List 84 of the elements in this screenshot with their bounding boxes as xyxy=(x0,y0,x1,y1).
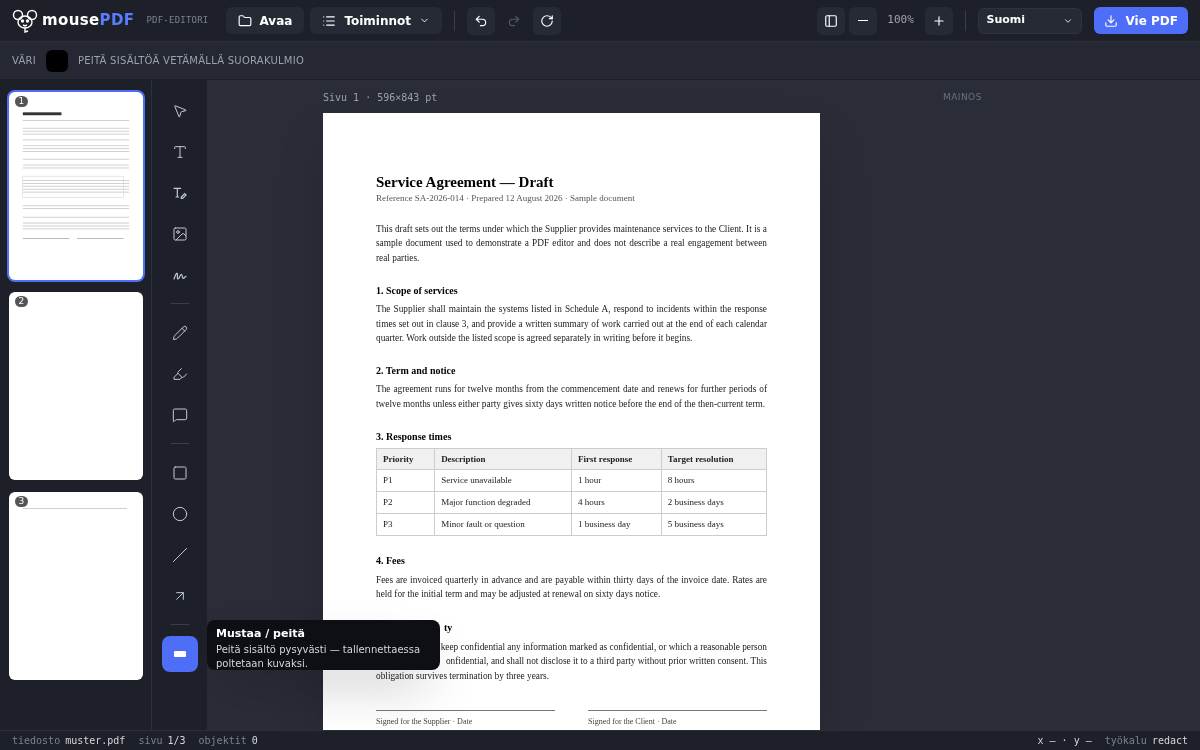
export-button[interactable]: Vie PDF xyxy=(1093,7,1188,34)
rectangle-icon xyxy=(171,464,188,481)
mouse-logo-icon xyxy=(12,7,38,34)
table-cell: P2 xyxy=(376,491,435,514)
page-number-badge: 3 xyxy=(14,496,29,507)
table-header: Target resolution xyxy=(661,448,767,470)
app-subtitle: PDF-EDITORI xyxy=(146,13,209,27)
objects-label: objektit xyxy=(198,734,247,748)
file-name: muster.pdf xyxy=(65,734,126,748)
page-thumbnail[interactable]: 1 xyxy=(8,92,143,280)
color-label: VÄRI xyxy=(12,53,36,68)
table-header: Priority xyxy=(376,448,435,470)
tooltip-text: Peitä sisältö pysyvästi — tallennettaessa poltetaan kuvaksi. xyxy=(216,642,422,671)
sidebar-toggle-button[interactable] xyxy=(816,6,845,35)
zoom-level: 100% xyxy=(886,12,915,29)
document-text-line: obligation survives termination by three years. xyxy=(376,669,550,683)
ad-label: MAINOS xyxy=(943,91,982,104)
page-label: sivu xyxy=(138,734,163,748)
section-heading: 1. Scope of services xyxy=(376,283,459,298)
document-text-line: onfidential, and shall not disclose it to a third party without prior written consent. This xyxy=(445,655,767,669)
line-icon xyxy=(171,546,188,563)
table-cell: Major function degraded xyxy=(434,491,572,514)
page-thumbnail[interactable]: 2 xyxy=(8,292,143,480)
tool-hint: PEITÄ SISÄLTÖÄ VETÄMÄLLÄ SUORAKULMIO xyxy=(77,53,305,68)
comment-icon xyxy=(171,406,188,423)
language-select[interactable]: Suomi xyxy=(977,7,1082,34)
redact-icon xyxy=(173,650,186,657)
tool-name: redact xyxy=(1151,734,1188,748)
table-cell: P1 xyxy=(376,469,435,492)
folder-icon xyxy=(237,13,252,28)
document-meta: Reference SA-2026-014 · Prepared 12 August 2026 · Sample document xyxy=(376,192,636,206)
actions-menu-button[interactable]: Toiminnot xyxy=(310,7,443,34)
cursor-coordinates: x – · y – xyxy=(1037,734,1092,748)
page-number-badge: 1 xyxy=(14,96,29,107)
table-header: Description xyxy=(434,448,572,470)
document-paragraph: The agreement runs for twelve months from the commencement date and renews for further periods of twelve months unless either party gives sixty days written notice before the end of the then-current term. xyxy=(376,383,767,412)
page-thumbnail[interactable]: 3 xyxy=(8,492,143,680)
table-cell: Service unavailable xyxy=(434,469,572,492)
open-button[interactable]: Avaa xyxy=(225,7,305,34)
table-cell: 8 hours xyxy=(661,469,767,492)
color-swatch[interactable] xyxy=(45,49,68,72)
image-icon xyxy=(171,225,188,242)
table-cell: 2 business days xyxy=(661,491,767,514)
table-cell: Minor fault or question xyxy=(434,513,572,536)
page-size-label: Sivu 1 · 596×843 pt xyxy=(323,91,439,105)
sidebar-icon xyxy=(823,13,838,28)
plus-icon xyxy=(931,13,946,28)
download-icon xyxy=(1103,13,1118,28)
list-icon xyxy=(322,13,337,28)
redo-icon xyxy=(507,13,522,28)
pointer-icon xyxy=(171,102,188,119)
page-number-badge: 2 xyxy=(14,296,29,307)
table-cell: 1 hour xyxy=(571,469,662,492)
app-logo: mousePDF xyxy=(42,10,135,32)
table-cell: 4 hours xyxy=(571,491,662,514)
document-text-line: keep confidential any information marked as confidential, or which a reasonable person xyxy=(440,640,767,654)
undo-icon xyxy=(474,13,489,28)
section-heading: 4. Fees xyxy=(376,554,406,569)
section-heading: 2. Term and notice xyxy=(376,363,457,378)
objects-count: 0 xyxy=(251,734,258,748)
undo-button[interactable] xyxy=(467,6,496,35)
section-heading: ty xyxy=(443,621,454,636)
section-heading: 3. Response times xyxy=(376,429,453,444)
table-header: First response xyxy=(571,448,662,470)
highlighter-icon xyxy=(171,365,188,382)
table-cell: 5 business days xyxy=(661,513,767,536)
tool-label: työkalu xyxy=(1104,734,1147,748)
text-icon xyxy=(171,143,188,160)
page-count: 1/3 xyxy=(167,734,186,748)
reload-icon xyxy=(540,13,555,28)
table-cell: 1 business day xyxy=(571,513,662,536)
tooltip-title: Mustaa / peitä xyxy=(216,626,306,642)
ellipse-icon xyxy=(171,505,188,522)
minus-icon xyxy=(857,19,868,22)
document-title: Service Agreement — Draft xyxy=(376,174,555,190)
tool-button[interactable] xyxy=(161,635,198,672)
reload-button[interactable] xyxy=(533,6,562,35)
document-paragraph: The Supplier shall maintain the systems listed in Schedule A, respond to incidents within the response times set out in clause 3, and provide a written summary of work carried out at the end of each calendar quarter. Work outside the listed scope is agreed separately in writing before it begins. xyxy=(376,303,767,346)
file-label: tiedosto xyxy=(12,734,61,748)
document-paragraph: This draft sets out the terms under which the Supplier provides maintenance services to the Client. It is a sample document used to demonstrate a PDF editor and does not describe a real engagement between real parties. xyxy=(376,222,767,265)
table-cell: P3 xyxy=(376,513,435,536)
pencil-icon xyxy=(171,324,188,341)
zoom-in-button[interactable] xyxy=(924,6,953,35)
document-paragraph: Fees are invoiced quarterly in advance and are payable within thirty days of the invoice date. Rates are held for the initial term and may be adjusted at renewal on sixty days notice. xyxy=(376,573,767,602)
